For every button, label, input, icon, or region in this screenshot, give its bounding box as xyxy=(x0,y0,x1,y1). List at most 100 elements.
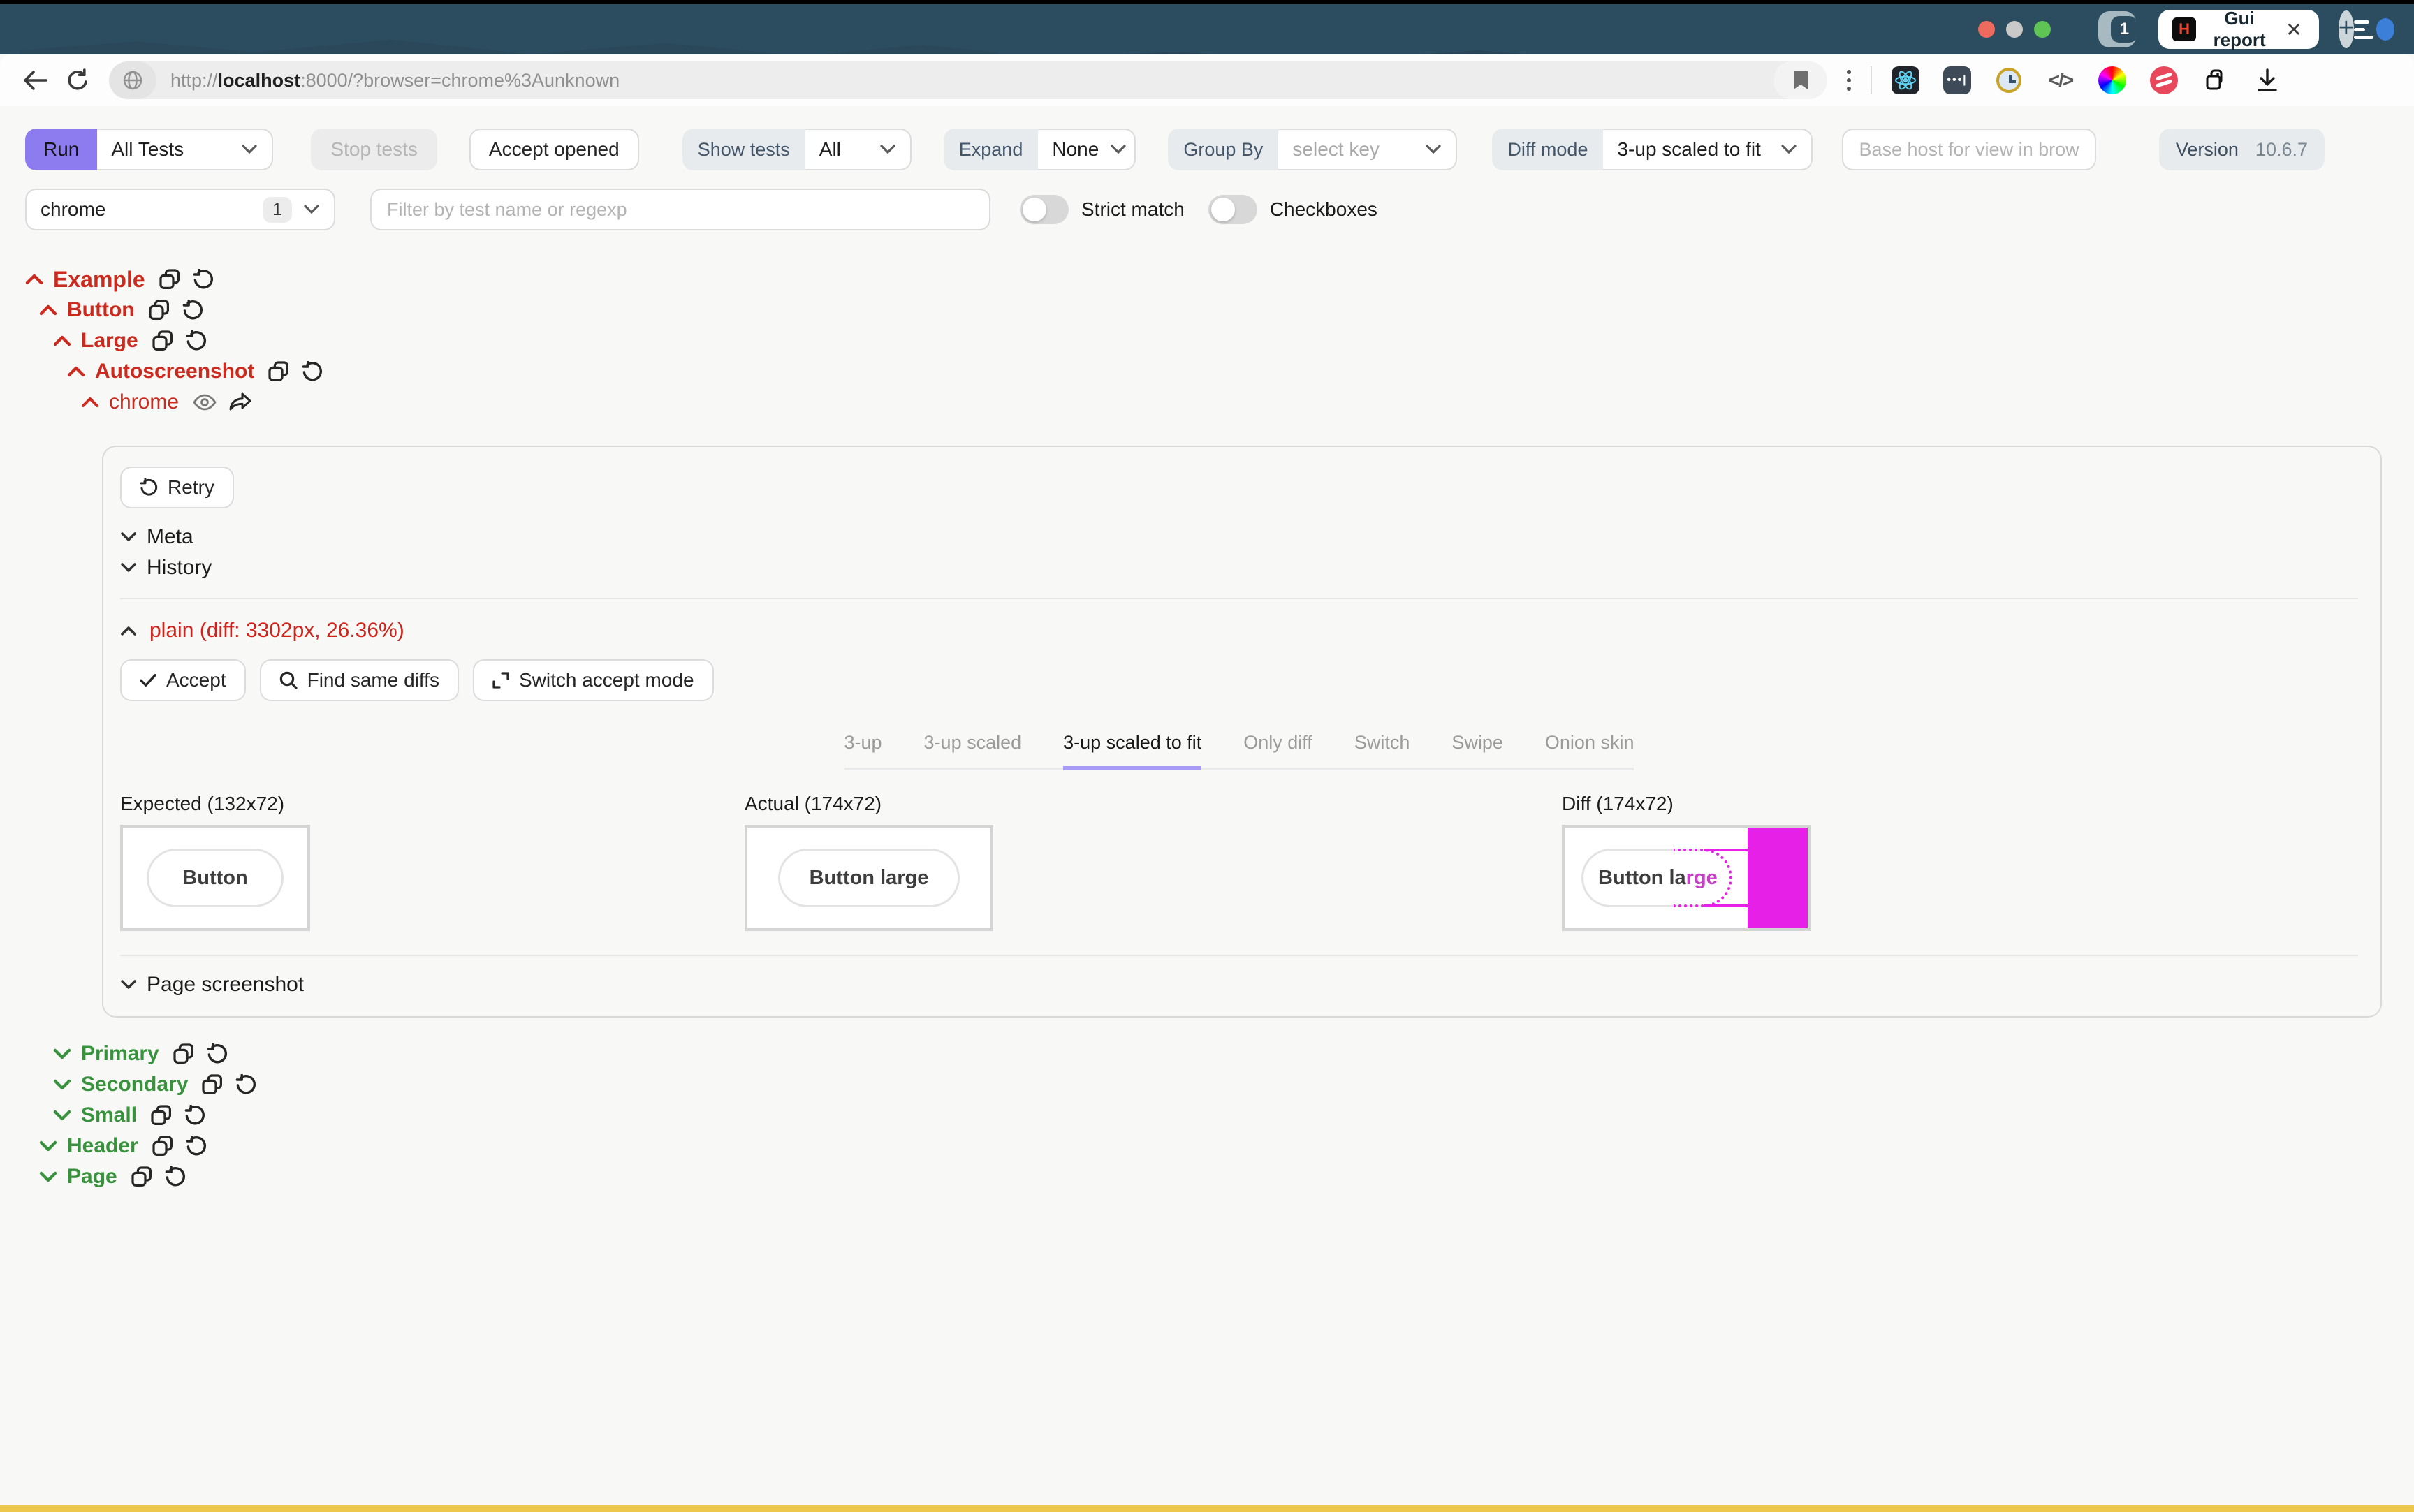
tabbar-decoration xyxy=(20,25,999,54)
color-wheel-icon[interactable] xyxy=(2098,66,2126,94)
group-by-placeholder: select key xyxy=(1292,138,1380,161)
chevron-up-icon[interactable] xyxy=(53,335,71,347)
chevron-down-icon[interactable] xyxy=(53,1109,71,1122)
tab-3-up-scaled[interactable]: 3-up scaled xyxy=(924,732,1022,770)
chevron-down-icon[interactable] xyxy=(39,1170,57,1183)
tabbar-decoration xyxy=(999,38,1978,54)
retry-icon[interactable] xyxy=(193,269,214,290)
tab-only-diff[interactable]: Only diff xyxy=(1243,732,1312,770)
retry-icon[interactable] xyxy=(184,1105,205,1126)
retry-button[interactable]: Retry xyxy=(120,467,234,508)
copy-icon[interactable] xyxy=(159,269,180,290)
suite-row-secondary[interactable]: Secondary xyxy=(25,1069,2414,1100)
react-devtools-icon[interactable] xyxy=(1892,66,1919,94)
tab-switch[interactable]: Switch xyxy=(1354,732,1410,770)
minimize-window-button[interactable] xyxy=(2006,21,2023,38)
copy-icon[interactable] xyxy=(152,1136,173,1157)
password-manager-icon[interactable]: •••| xyxy=(1943,66,1971,94)
test-row-autoscreenshot[interactable]: Autoscreenshot xyxy=(25,356,2414,387)
browser-tab[interactable]: H Gui report ✕ xyxy=(2158,10,2319,49)
expected-screenshot[interactable]: Button xyxy=(120,825,310,931)
chevron-up-icon[interactable] xyxy=(39,304,57,316)
expand-select[interactable]: None xyxy=(1038,129,1136,170)
copy-icon[interactable] xyxy=(151,1105,172,1126)
tab-swipe[interactable]: Swipe xyxy=(1451,732,1503,770)
copy-icon[interactable] xyxy=(131,1166,152,1187)
chevron-up-icon[interactable] xyxy=(25,273,43,286)
diff-screenshot[interactable]: Button large xyxy=(1562,825,1810,931)
new-tab-button[interactable]: + xyxy=(2339,10,2354,48)
zoom-window-button[interactable] xyxy=(2034,21,2051,38)
suite-row-button[interactable]: Button xyxy=(25,295,2414,325)
suite-row-small[interactable]: Small xyxy=(25,1100,2414,1131)
copy-icon[interactable] xyxy=(152,330,173,351)
chevron-down-icon[interactable] xyxy=(53,1048,71,1060)
diff-mode-select[interactable]: 3-up scaled to fit xyxy=(1603,129,1813,170)
url-field[interactable]: http://localhost:8000/?browser=chrome%3A… xyxy=(109,61,1827,99)
bookmark-icon[interactable] xyxy=(1774,61,1827,99)
meta-collapse[interactable]: Meta xyxy=(120,525,2358,549)
chevron-up-icon[interactable] xyxy=(81,396,99,409)
eye-icon[interactable] xyxy=(193,394,217,411)
test-filter-input[interactable] xyxy=(370,189,990,230)
copy-icon[interactable] xyxy=(268,361,289,382)
state-collapse[interactable]: plain (diff: 3302px, 26.36%) xyxy=(120,619,2358,643)
suites-tree: Example Button Large xyxy=(25,264,2414,418)
red-badge-extension-icon[interactable] xyxy=(2150,66,2178,94)
kebab-menu-icon[interactable] xyxy=(1847,70,1851,91)
run-button[interactable]: Run xyxy=(25,129,97,170)
copy-icon[interactable] xyxy=(149,300,170,321)
base-host-input[interactable] xyxy=(1842,129,2096,170)
share-icon[interactable] xyxy=(229,392,251,412)
history-collapse[interactable]: History xyxy=(120,556,2358,580)
close-tab-icon[interactable]: ✕ xyxy=(2283,18,2304,41)
retry-icon xyxy=(140,478,158,497)
retry-icon[interactable] xyxy=(165,1166,186,1187)
strict-match-toggle[interactable] xyxy=(1020,195,1069,224)
tab-3-up[interactable]: 3-up xyxy=(844,732,882,770)
suite-row-page[interactable]: Page xyxy=(25,1161,2414,1192)
divider xyxy=(120,955,2358,956)
retry-icon[interactable] xyxy=(182,300,203,321)
checkboxes-toggle[interactable] xyxy=(1208,195,1257,224)
actual-screenshot[interactable]: Button large xyxy=(745,825,993,931)
show-tests-select[interactable]: All xyxy=(805,129,912,170)
diff-label: Diff (174x72) xyxy=(1562,793,2358,815)
download-icon[interactable] xyxy=(2253,66,2281,94)
alarm-clock-icon[interactable] xyxy=(1995,66,2023,94)
find-same-diffs-button[interactable]: Find same diffs xyxy=(260,659,459,701)
browser-menu-button[interactable] xyxy=(2354,18,2394,41)
code-extension-icon[interactable]: </> xyxy=(2047,66,2075,94)
run-scope-select[interactable]: All Tests xyxy=(97,129,273,170)
browser-filter-select[interactable]: chrome 1 xyxy=(25,189,335,230)
retry-icon[interactable] xyxy=(302,361,323,382)
suite-row-header[interactable]: Header xyxy=(25,1131,2414,1161)
retry-icon[interactable] xyxy=(207,1043,228,1064)
suite-row-example[interactable]: Example xyxy=(25,264,2414,295)
close-window-button[interactable] xyxy=(1978,21,1995,38)
chevron-up-icon[interactable] xyxy=(67,365,85,378)
chevron-down-icon[interactable] xyxy=(53,1078,71,1091)
accept-button[interactable]: Accept xyxy=(120,659,246,701)
reload-icon[interactable] xyxy=(67,68,89,92)
retry-icon[interactable] xyxy=(186,1136,207,1157)
copy-icon[interactable] xyxy=(202,1074,223,1095)
tab-3-up-scaled-to-fit[interactable]: 3-up scaled to fit xyxy=(1063,732,1201,770)
chevron-down-icon[interactable] xyxy=(39,1140,57,1152)
browser-row-chrome[interactable]: chrome xyxy=(25,387,2414,418)
chevron-down-icon xyxy=(1110,144,1127,155)
tab-counter-button[interactable]: 1 xyxy=(2098,11,2136,47)
tag-extension-icon[interactable] xyxy=(2202,66,2230,94)
copy-icon[interactable] xyxy=(173,1043,194,1064)
tab-onion-skin[interactable]: Onion skin xyxy=(1545,732,1634,770)
suite-row-primary[interactable]: Primary xyxy=(25,1038,2414,1069)
suite-label: Primary xyxy=(81,1042,159,1066)
group-by-select[interactable]: select key xyxy=(1278,129,1457,170)
suite-row-large[interactable]: Large xyxy=(25,325,2414,356)
retry-icon[interactable] xyxy=(235,1074,256,1095)
page-screenshot-collapse[interactable]: Page screenshot xyxy=(120,973,2358,997)
switch-accept-mode-button[interactable]: Switch accept mode xyxy=(473,659,714,701)
back-icon[interactable] xyxy=(22,71,47,90)
retry-icon[interactable] xyxy=(186,330,207,351)
accept-opened-button[interactable]: Accept opened xyxy=(469,129,639,170)
